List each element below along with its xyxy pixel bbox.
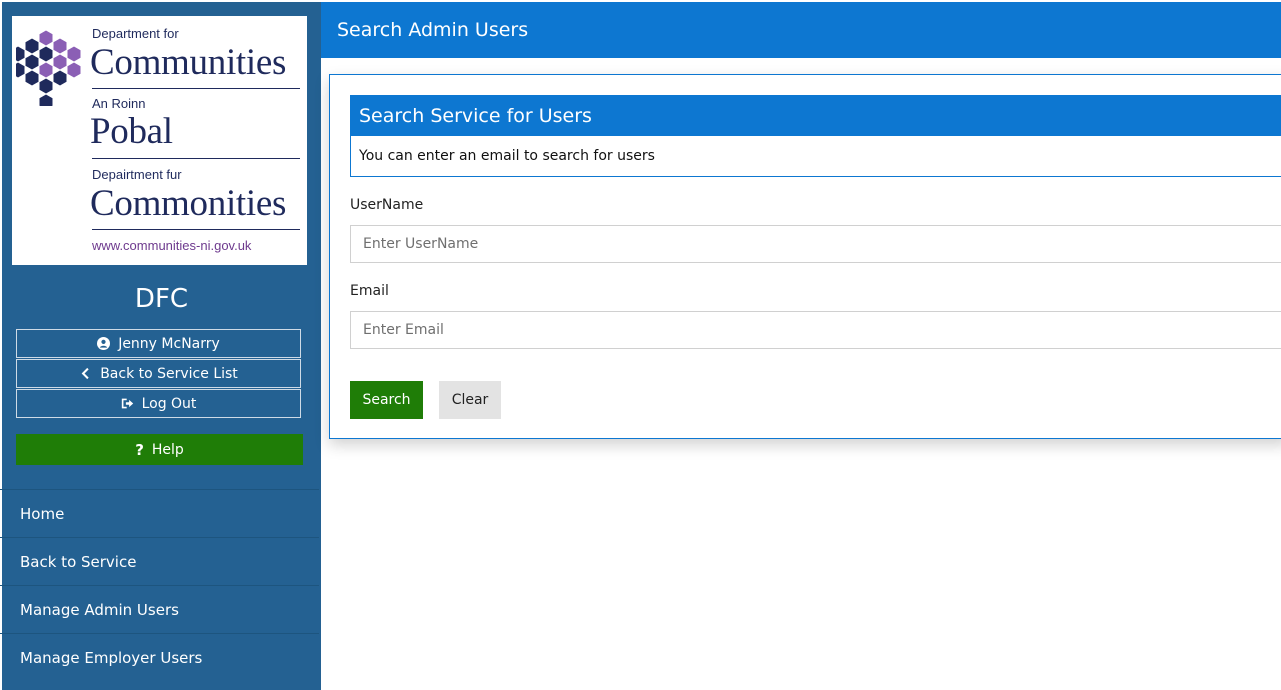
logo-line-pobal: Pobal <box>90 111 173 152</box>
logo-divider <box>92 229 300 230</box>
logo-line-an-roinn: An Roinn <box>92 96 146 111</box>
question-icon: ? <box>135 440 144 459</box>
logo-line-commonities: Commonities <box>90 183 287 224</box>
panel-hint: You can enter an email to search for use… <box>359 148 655 164</box>
sidebar-item-back-to-service[interactable]: Back to Service <box>0 537 319 585</box>
help-button[interactable]: ? Help <box>16 434 303 465</box>
back-to-service-list-label: Back to Service List <box>100 365 238 382</box>
department-logo: Department for Communities An Roinn Poba… <box>12 16 307 265</box>
user-circle-icon <box>97 337 111 350</box>
user-account-button[interactable]: Jenny McNarry <box>16 329 301 358</box>
panel-title: Search Service for Users <box>351 96 1281 136</box>
logo-line-department-for: Department for <box>92 26 179 41</box>
search-card: Search Service for Users You can enter a… <box>329 74 1281 439</box>
logout-label: Log Out <box>141 395 197 412</box>
user-name: Jenny McNarry <box>118 335 220 352</box>
page-header: Search Admin Users <box>321 2 1281 58</box>
clear-button[interactable]: Clear <box>439 381 501 419</box>
sidebar-item-home[interactable]: Home <box>0 489 319 537</box>
info-panel: Search Service for Users You can enter a… <box>350 95 1281 177</box>
sidebar-item-manage-employer-users[interactable]: Manage Employer Users <box>0 633 319 681</box>
hexagon-logo-icon <box>16 29 82 106</box>
sidebar-item-manage-admin-users[interactable]: Manage Admin Users <box>0 585 319 633</box>
logo-url: www.communities-ni.gov.uk <box>92 238 252 253</box>
email-label: Email <box>350 283 389 299</box>
username-label: UserName <box>350 197 424 213</box>
logout-button[interactable]: Log Out <box>16 389 301 418</box>
logo-divider <box>92 158 300 159</box>
logo-divider <box>92 88 300 89</box>
email-input[interactable] <box>350 311 1281 349</box>
sign-out-icon <box>121 398 133 409</box>
help-label: Help <box>151 441 184 458</box>
chevron-left-icon <box>81 367 89 380</box>
username-input[interactable] <box>350 225 1281 263</box>
logo-line-communities: Communities <box>90 42 287 83</box>
search-button[interactable]: Search <box>350 381 423 419</box>
back-to-service-list-button[interactable]: Back to Service List <box>16 359 301 388</box>
org-name: DFC <box>134 284 189 314</box>
page-title: Search Admin Users <box>337 19 529 41</box>
logo-line-depairtment-fur: Depairtment fur <box>92 167 182 182</box>
sidebar-nav: Home Back to Service Manage Admin Users … <box>0 489 319 681</box>
